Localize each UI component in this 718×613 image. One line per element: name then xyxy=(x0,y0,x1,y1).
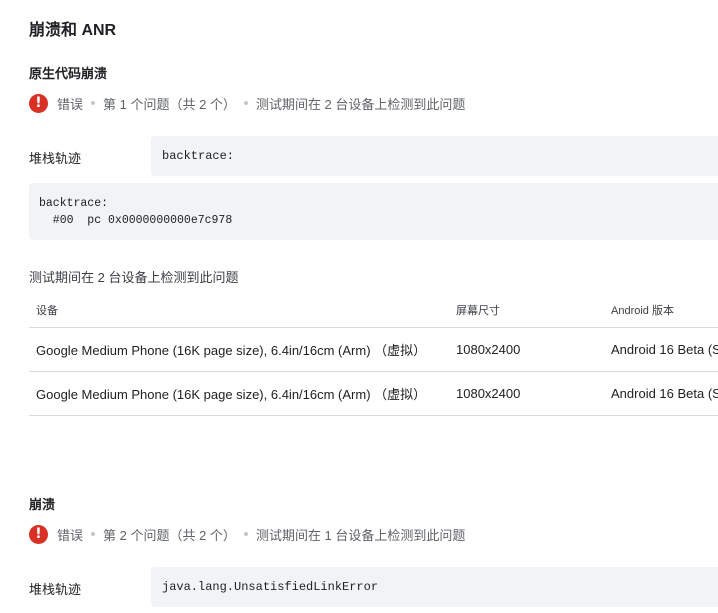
issue-1-summary: ! 错误 第 1 个问题（共 2 个） 测试期间在 2 台设备上检测到此问题 xyxy=(29,93,465,113)
issue-detected-summary: 测试期间在 2 台设备上检测到此问题 xyxy=(255,96,466,112)
column-header-screen-size: 屏幕尺寸 xyxy=(456,305,500,317)
issue-2-summary: ! 错误 第 2 个问题（共 2 个） 测试期间在 1 台设备上检测到此问题 xyxy=(29,524,465,544)
separator-dot xyxy=(243,532,248,536)
stack-trace-summary[interactable]: java.lang.UnsatisfiedLinkError xyxy=(151,567,718,607)
separator-dot xyxy=(91,532,96,536)
error-circle-icon: ! xyxy=(29,524,48,544)
column-header-android-version: Android 版本 xyxy=(611,305,674,317)
android-version-cell: Android 16 Beta (S xyxy=(611,386,718,401)
crash-report-page: 崩溃和 ANR 原生代码崩溃 ! 错误 第 1 个问题（共 2 个） 测试期间在… xyxy=(0,0,718,613)
stack-trace-code: backtrace: #00 pc 0x0000000000e7c978 xyxy=(29,183,718,240)
screen-size-cell: 1080x2400 xyxy=(456,386,521,401)
stack-trace-label: 堆栈轨迹 xyxy=(29,151,82,166)
issue-2-title: 崩溃 xyxy=(29,497,56,512)
column-header-device: 设备 xyxy=(36,305,58,317)
error-circle-icon: ! xyxy=(29,93,48,113)
stack-trace-summary[interactable]: backtrace: xyxy=(151,136,718,176)
table-row[interactable]: Google Medium Phone (16K page size), 6.4… xyxy=(29,328,718,372)
table-row[interactable]: Google Medium Phone (16K page size), 6.4… xyxy=(29,372,718,416)
issue-position: 第 2 个问题（共 2 个） xyxy=(103,527,236,543)
issue-position: 第 1 个问题（共 2 个） xyxy=(103,96,236,112)
stack-trace-label: 堆栈轨迹 xyxy=(29,582,82,597)
severity-label: 错误 xyxy=(57,96,84,112)
separator-dot xyxy=(243,101,248,105)
separator-dot xyxy=(91,101,96,105)
page-title: 崩溃和 ANR xyxy=(29,22,117,39)
devices-table: 设备 屏幕尺寸 Android 版本 Google Medium Phone (… xyxy=(29,293,718,416)
screen-size-cell: 1080x2400 xyxy=(456,342,521,357)
android-version-cell: Android 16 Beta (S xyxy=(611,342,718,357)
issue-1-title: 原生代码崩溃 xyxy=(29,66,108,81)
device-name-cell: Google Medium Phone (16K page size), 6.4… xyxy=(36,387,427,402)
table-header: 设备 屏幕尺寸 Android 版本 xyxy=(29,293,718,328)
issue-detected-summary: 测试期间在 1 台设备上检测到此问题 xyxy=(255,527,466,543)
severity-label: 错误 xyxy=(57,527,84,543)
device-name-cell: Google Medium Phone (16K page size), 6.4… xyxy=(36,343,427,358)
devices-caption: 测试期间在 2 台设备上检测到此问题 xyxy=(29,270,239,285)
